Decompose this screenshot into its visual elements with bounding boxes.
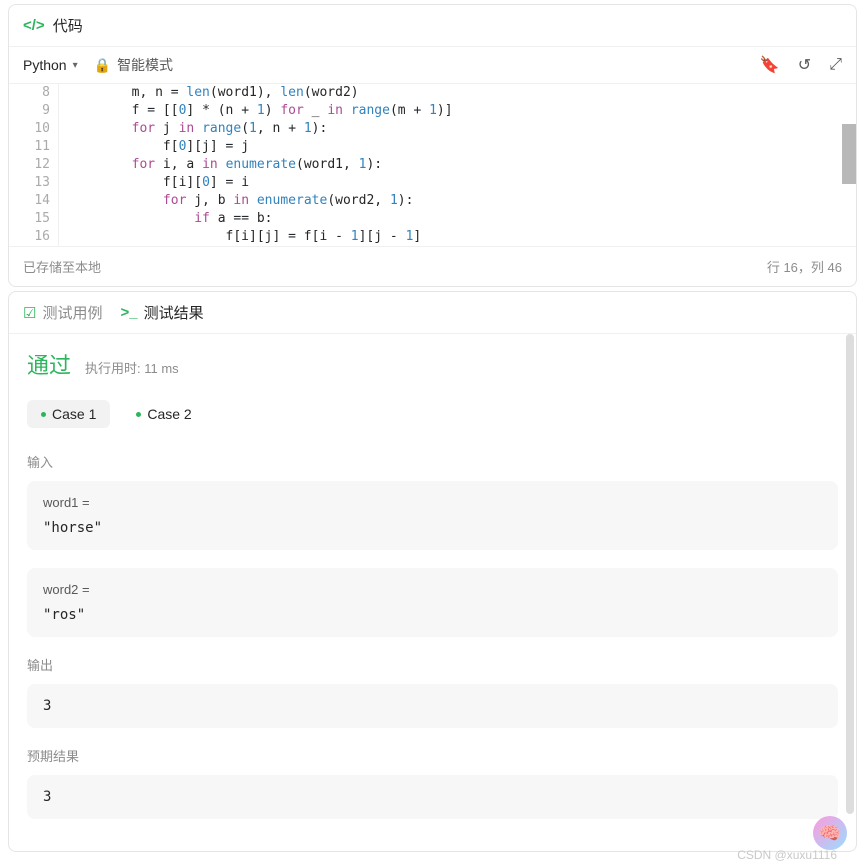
code-line[interactable]: f[i][0] = i bbox=[69, 174, 856, 192]
line-number: 11 bbox=[9, 138, 50, 156]
code-line[interactable]: if a == b: bbox=[69, 210, 856, 228]
line-gutter: 8910111213141516 bbox=[9, 84, 59, 246]
tab-results-label: 测试结果 bbox=[144, 302, 204, 323]
results-scrollbar[interactable] bbox=[846, 334, 854, 814]
word1-label: word1 = bbox=[43, 495, 822, 510]
undo-icon[interactable]: ↺ bbox=[798, 55, 811, 75]
case-tabs: Case 1 Case 2 bbox=[27, 400, 838, 428]
code-header: </> 代码 bbox=[9, 5, 856, 47]
code-area[interactable]: m, n = len(word1), len(word2) f = [[0] *… bbox=[59, 84, 856, 246]
case-2-label: Case 2 bbox=[147, 406, 191, 422]
line-number: 9 bbox=[9, 102, 50, 120]
language-select[interactable]: Python ▾ bbox=[23, 57, 78, 73]
code-line[interactable]: for j in range(1, n + 1): bbox=[69, 120, 856, 138]
code-line[interactable]: for j, b in enumerate(word2, 1): bbox=[69, 192, 856, 210]
mode-indicator[interactable]: 🔒 智能模式 bbox=[94, 55, 173, 75]
tab-test-cases[interactable]: ☑ 测试用例 bbox=[23, 302, 102, 323]
chevron-down-icon: ▾ bbox=[73, 60, 78, 71]
status-dot-icon bbox=[41, 412, 46, 417]
code-panel: </> 代码 Python ▾ 🔒 智能模式 🔖 ↺ ⤢ 89101112131… bbox=[8, 4, 857, 287]
output-section-label: 输出 bbox=[27, 655, 838, 674]
pass-label: 通过 bbox=[27, 348, 71, 380]
line-number: 15 bbox=[9, 210, 50, 228]
check-icon: ☑ bbox=[23, 304, 36, 322]
expand-icon[interactable]: ⤢ bbox=[829, 56, 842, 74]
status-dot-icon bbox=[136, 412, 141, 417]
tab-cases-label: 测试用例 bbox=[42, 302, 102, 323]
runtime-label: 执行用时: 11 ms bbox=[85, 358, 179, 377]
case-tab-1[interactable]: Case 1 bbox=[27, 400, 110, 428]
output-box: 3 bbox=[27, 684, 838, 728]
expected-value: 3 bbox=[43, 789, 822, 805]
line-number: 13 bbox=[9, 174, 50, 192]
expected-section-label: 预期结果 bbox=[27, 746, 838, 765]
language-label: Python bbox=[23, 57, 67, 73]
code-line[interactable]: f[0][j] = j bbox=[69, 138, 856, 156]
terminal-icon: >_ bbox=[120, 304, 137, 321]
line-number: 16 bbox=[9, 228, 50, 246]
saved-status: 已存储至本地 bbox=[23, 257, 101, 276]
bookmark-icon[interactable]: 🔖 bbox=[760, 55, 780, 75]
tab-test-results[interactable]: >_ 测试结果 bbox=[120, 302, 203, 323]
input-word1-box: word1 = "horse" bbox=[27, 481, 838, 550]
expected-box: 3 bbox=[27, 775, 838, 819]
word1-value: "horse" bbox=[43, 520, 822, 536]
code-line[interactable]: m, n = len(word1), len(word2) bbox=[69, 84, 856, 102]
results-panel: ☑ 测试用例 >_ 测试结果 通过 执行用时: 11 ms Case 1 Cas… bbox=[8, 291, 857, 852]
code-line[interactable]: f[i][j] = f[i - 1][j - 1] bbox=[69, 228, 856, 246]
line-number: 12 bbox=[9, 156, 50, 174]
word2-value: "ros" bbox=[43, 607, 822, 623]
cursor-position: 行 16，列 46 bbox=[767, 257, 842, 276]
line-number: 14 bbox=[9, 192, 50, 210]
lock-icon: 🔒 bbox=[94, 57, 111, 74]
line-number: 10 bbox=[9, 120, 50, 138]
code-toolbar: Python ▾ 🔒 智能模式 🔖 ↺ ⤢ bbox=[9, 47, 856, 83]
code-editor[interactable]: 8910111213141516 m, n = len(word1), len(… bbox=[9, 83, 856, 246]
toolbar-right: 🔖 ↺ ⤢ bbox=[760, 55, 842, 75]
input-word2-box: word2 = "ros" bbox=[27, 568, 838, 637]
scrollbar-indicator[interactable] bbox=[842, 124, 856, 184]
mode-label: 智能模式 bbox=[117, 55, 173, 75]
line-number: 8 bbox=[9, 84, 50, 102]
result-body: 通过 执行用时: 11 ms Case 1 Case 2 输入 word1 = … bbox=[9, 334, 856, 851]
word2-label: word2 = bbox=[43, 582, 822, 597]
case-1-label: Case 1 bbox=[52, 406, 96, 422]
code-line[interactable]: f = [[0] * (n + 1) for _ in range(m + 1)… bbox=[69, 102, 856, 120]
case-tab-2[interactable]: Case 2 bbox=[122, 400, 205, 428]
toolbar-left: Python ▾ 🔒 智能模式 bbox=[23, 55, 173, 75]
results-tabs-row: ☑ 测试用例 >_ 测试结果 bbox=[9, 292, 856, 334]
input-section-label: 输入 bbox=[27, 452, 838, 471]
assistant-button[interactable]: 🧠 bbox=[813, 816, 847, 850]
pass-row: 通过 执行用时: 11 ms bbox=[27, 348, 838, 380]
code-icon: </> bbox=[23, 17, 45, 34]
status-bar: 已存储至本地 行 16，列 46 bbox=[9, 246, 856, 286]
code-line[interactable]: for i, a in enumerate(word1, 1): bbox=[69, 156, 856, 174]
output-value: 3 bbox=[43, 698, 822, 714]
watermark: CSDN @xuxu1116 bbox=[737, 848, 837, 862]
code-title: 代码 bbox=[53, 15, 83, 36]
